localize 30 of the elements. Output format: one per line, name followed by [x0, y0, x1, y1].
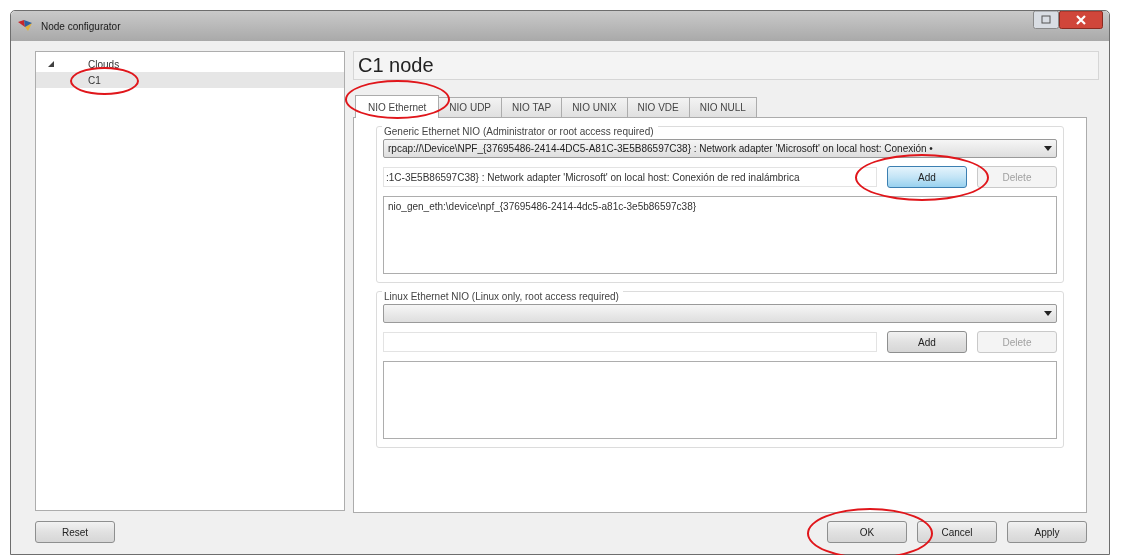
text-field[interactable]: :1C-3E5B86597C38} : Network adapter 'Microsoft' on local host: Conexión de red inalámbrica	[383, 167, 877, 187]
dialog-button[interactable]: Apply	[1007, 521, 1087, 543]
expanded-arrow-icon[interactable]	[46, 59, 56, 69]
list-box[interactable]: nio_gen_eth:\device\npf_{37695486-2414-4dc5-a81c-3e5b86597c38}	[383, 196, 1057, 274]
node-title: C1 node	[353, 51, 1099, 80]
tab[interactable]: NIO TAP	[501, 97, 563, 117]
tab[interactable]: NIO VDE	[626, 97, 690, 117]
tree-item[interactable]: C1	[86, 74, 103, 86]
tab[interactable]: NIO UNIX	[561, 97, 628, 117]
window-title: Node configurator	[41, 20, 121, 32]
dialog-button[interactable]: Reset	[35, 521, 115, 543]
tab[interactable]: NIO Ethernet	[355, 95, 440, 118]
app-icon	[17, 19, 33, 33]
dropdown-value: rpcap://\Device\NPF_{37695486-2414-4DC5-A81C-3E5B86597C38} : Network adapter 'Microsoft' on local host: Conexión •	[388, 143, 933, 154]
group-title: Generic Ethernet NIO (Administrator or root access required)	[382, 126, 658, 137]
tab[interactable]: NIO NULL	[688, 97, 757, 117]
add-button[interactable]: Add	[887, 331, 967, 353]
text-field[interactable]	[383, 332, 877, 352]
dropdown-arrow-icon[interactable]	[1044, 146, 1052, 151]
maximize-icon[interactable]	[1033, 11, 1059, 29]
dropdown[interactable]: rpcap://\Device\NPF_{37695486-2414-4DC5-A81C-3E5B86597C38} : Network adapter 'Microsoft' on local host: Conexión •	[383, 139, 1057, 158]
dialog-button[interactable]: Cancel	[917, 521, 997, 543]
tree-item[interactable]: Clouds	[86, 58, 122, 70]
close-icon[interactable]	[1059, 11, 1103, 29]
add-button[interactable]: Add	[887, 166, 967, 188]
group-title: Linux Ethernet NIO (Linux only, root access required)	[382, 291, 623, 302]
list-item[interactable]: nio_gen_eth:\device\npf_{37695486-2414-4dc5-a81c-3e5b86597c38}	[388, 201, 1052, 212]
dialog-button[interactable]: OK	[827, 521, 907, 543]
dropdown-arrow-icon[interactable]	[1044, 311, 1052, 316]
tab[interactable]: NIO UDP	[438, 97, 503, 117]
